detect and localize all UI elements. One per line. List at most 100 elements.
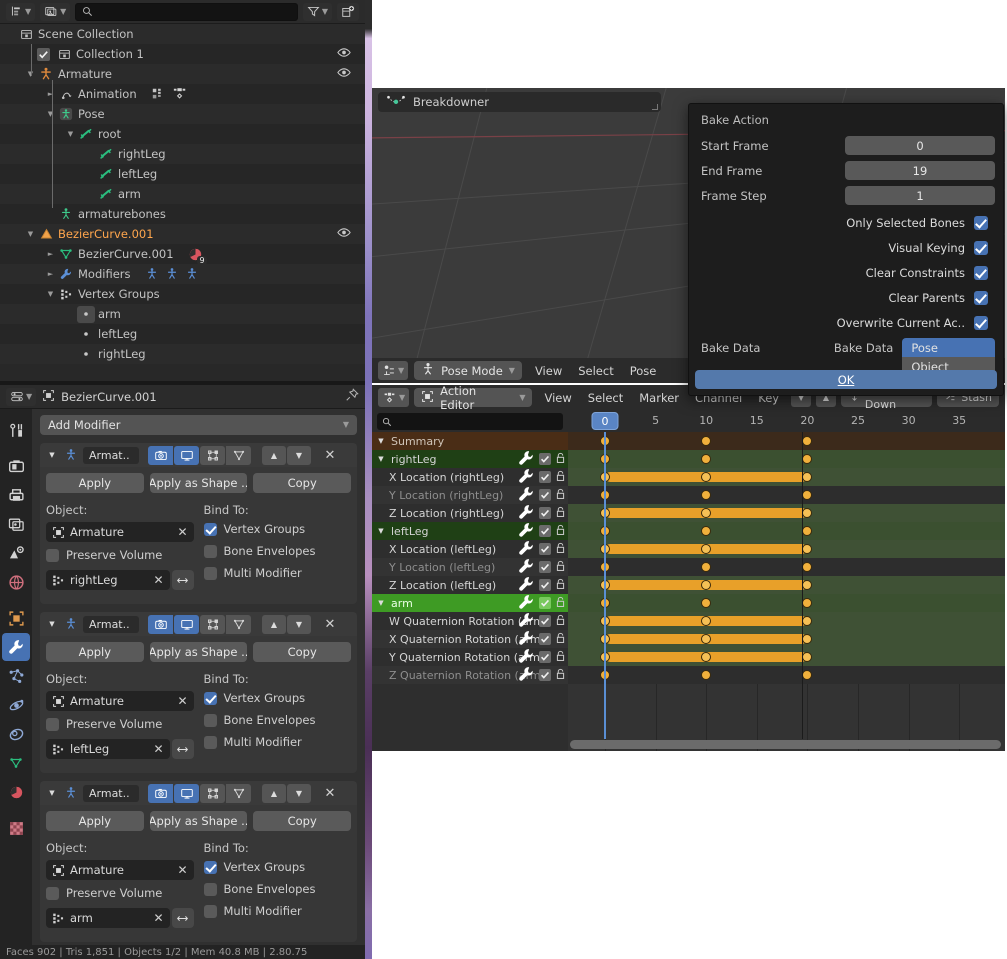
channel-enable-checkbox[interactable] xyxy=(539,525,551,537)
properties-tab-object[interactable] xyxy=(2,604,30,632)
channel-enable-checkbox[interactable] xyxy=(539,597,551,609)
armature-object-field[interactable]: Armature ✕ xyxy=(46,691,194,711)
render-toggle[interactable] xyxy=(148,445,173,465)
outliner-display-mode-dropdown[interactable]: ▼ xyxy=(6,2,36,21)
visual-keying-row[interactable]: Visual Keying xyxy=(697,235,995,260)
properties-tab-data[interactable] xyxy=(2,749,30,777)
apply-as-shape-button[interactable]: Apply as Shape .. xyxy=(149,473,248,493)
invert-vertex-group-button[interactable] xyxy=(171,570,194,590)
properties-tab-render[interactable] xyxy=(2,452,30,480)
vertex-groups-row[interactable]: Vertex Groups xyxy=(203,522,352,536)
ok-button[interactable]: OK xyxy=(695,370,997,389)
modifier-header[interactable]: ▼ Armat.. ▲ ▼ ✕ xyxy=(40,612,357,636)
channel-row[interactable]: Y Location (rightLeg) xyxy=(372,486,568,504)
bone-envelopes-checkbox[interactable] xyxy=(203,544,217,558)
outliner-row-root[interactable]: ▼ root xyxy=(0,124,365,144)
visibility-eye-icon[interactable] xyxy=(337,227,351,241)
channel-enable-checkbox[interactable] xyxy=(539,669,551,681)
channel-row[interactable]: ▼ leftLeg xyxy=(372,522,568,540)
channel-lock-icon[interactable] xyxy=(555,452,566,467)
channel-row[interactable]: X Location (leftLeg) xyxy=(372,540,568,558)
frame-step-field[interactable]: 1 xyxy=(845,186,995,205)
collection-checkbox[interactable] xyxy=(37,47,50,61)
channel-list[interactable]: ▼ Summary ▼ rightLeg X Location (rightLeg) Y … xyxy=(372,432,568,751)
keyframe-20[interactable] xyxy=(802,580,813,590)
channel-enable-checkbox[interactable] xyxy=(539,579,551,591)
on-cage-toggle[interactable] xyxy=(226,614,251,634)
apply-button[interactable]: Apply xyxy=(46,642,144,662)
dopesheet-search-input[interactable] xyxy=(397,415,558,427)
keyframe-20[interactable] xyxy=(802,526,813,536)
edit-mode-toggle[interactable] xyxy=(200,783,225,803)
vertex-groups-checkbox[interactable] xyxy=(203,522,217,536)
modifier-header[interactable]: ▼ Armat.. ▲ ▼ ✕ xyxy=(40,781,357,805)
channel-row[interactable]: ▼ arm xyxy=(372,594,568,612)
channel-lock-icon[interactable] xyxy=(555,596,566,611)
expander-open-icon[interactable]: ▼ xyxy=(375,599,387,607)
properties-tab-material[interactable] xyxy=(2,778,30,806)
vertex-group-field[interactable]: arm ✕ xyxy=(46,908,170,928)
channel-row[interactable]: ▼ Summary xyxy=(372,432,568,450)
multi-modifier-row[interactable]: Multi Modifier xyxy=(203,735,352,749)
keyframe-row[interactable] xyxy=(568,576,1005,594)
clear-constraints-row[interactable]: Clear Constraints xyxy=(697,260,995,285)
outliner-filter-type-dropdown[interactable]: ▼ xyxy=(40,2,71,21)
clear-vertex-group-button[interactable]: ✕ xyxy=(153,742,163,756)
outliner-row-rightleg[interactable]: rightLeg xyxy=(0,344,365,364)
bone-envelopes-checkbox[interactable] xyxy=(203,713,217,727)
clear-constraints-checkbox[interactable] xyxy=(974,265,988,280)
resize-grip[interactable] xyxy=(652,104,658,110)
outliner-row-arm[interactable]: arm xyxy=(0,184,365,204)
channel-lock-icon[interactable] xyxy=(555,614,566,629)
outliner-search-field[interactable] xyxy=(75,2,298,21)
bone-envelopes-row[interactable]: Bone Envelopes xyxy=(203,882,352,896)
outliner-tree[interactable]: Scene CollectionCollection 1▼Armature►An… xyxy=(0,24,365,381)
clear-object-button[interactable]: ✕ xyxy=(177,863,187,877)
modifier-wrench-icon[interactable] xyxy=(517,665,535,686)
channel-row[interactable]: Z Location (rightLeg) xyxy=(372,504,568,522)
keyframe-row[interactable] xyxy=(568,540,1005,558)
operator-redo-panel[interactable]: Breakdowner xyxy=(378,92,661,112)
properties-tab-texture[interactable] xyxy=(2,814,30,842)
visual-keying-checkbox[interactable] xyxy=(974,240,988,255)
keyframe-20[interactable] xyxy=(802,454,813,464)
viewport-toggle[interactable] xyxy=(174,783,199,803)
keyframe-20[interactable] xyxy=(802,562,813,572)
bake-data-option-pose[interactable]: Pose xyxy=(902,338,995,357)
keyframe-10[interactable] xyxy=(701,436,712,446)
keyframe-row[interactable] xyxy=(568,558,1005,576)
move-down-button[interactable]: ▼ xyxy=(287,614,311,634)
properties-tab-physics[interactable] xyxy=(2,691,30,719)
expander-open-icon[interactable]: ▼ xyxy=(45,620,59,628)
only-selected-bones-row[interactable]: Only Selected Bones xyxy=(697,210,995,235)
outliner-row-collection-1[interactable]: Collection 1 xyxy=(0,44,365,64)
dopesheet-search-field[interactable] xyxy=(377,412,563,430)
channel-lock-icon[interactable] xyxy=(555,542,566,557)
visibility-eye-icon[interactable] xyxy=(337,47,351,61)
on-cage-toggle[interactable] xyxy=(226,783,251,803)
outliner-row-arm[interactable]: arm xyxy=(0,304,365,324)
keyframe-10[interactable] xyxy=(701,598,712,608)
vertex-group-field[interactable]: leftLeg ✕ xyxy=(46,739,170,759)
edit-mode-toggle[interactable] xyxy=(200,614,225,634)
keyframe-10[interactable] xyxy=(701,526,712,536)
apply-button[interactable]: Apply xyxy=(46,473,144,493)
properties-tab-scene[interactable] xyxy=(2,539,30,567)
channel-lock-icon[interactable] xyxy=(555,668,566,683)
dopesheet-editor-type-dropdown[interactable]: ▼ xyxy=(378,388,410,407)
add-modifier-dropdown[interactable]: Add Modifier ▼ xyxy=(40,415,357,435)
multi-modifier-row[interactable]: Multi Modifier xyxy=(203,904,352,918)
playhead[interactable] xyxy=(604,432,606,739)
bake-action-dialog[interactable]: Bake Action Start Frame 0 End Frame 19 F… xyxy=(688,103,1004,396)
channel-row[interactable]: X Location (rightLeg) xyxy=(372,468,568,486)
render-toggle[interactable] xyxy=(148,614,173,634)
keyframe-10[interactable] xyxy=(701,562,712,572)
clear-object-button[interactable]: ✕ xyxy=(177,525,187,539)
channel-row[interactable]: Z Location (leftLeg) xyxy=(372,576,568,594)
modifier-name-field[interactable]: Armat.. xyxy=(83,784,139,802)
expander-closed-icon[interactable]: ► xyxy=(44,90,57,98)
remove-modifier-button[interactable]: ✕ xyxy=(322,617,338,632)
keyframe-20[interactable] xyxy=(802,616,813,626)
move-up-button[interactable]: ▲ xyxy=(262,445,286,465)
dopesheet-menu-view[interactable]: View xyxy=(537,389,578,407)
